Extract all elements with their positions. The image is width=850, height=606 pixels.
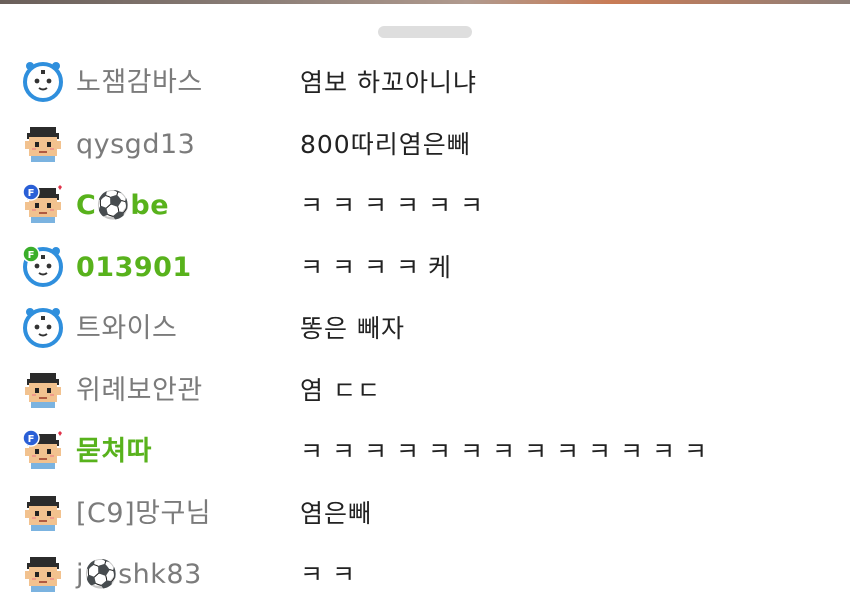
pixel-boy-icon: F xyxy=(22,429,62,469)
sheet-drag-handle[interactable] xyxy=(378,26,472,38)
chat-username[interactable]: 묻쳐따 xyxy=(76,435,152,469)
chat-message-text: ㅋㅋㅋㅋㅋㅋㅋㅋㅋㅋㅋㅋㅋ xyxy=(300,437,717,466)
panda-clock-icon[interactable] xyxy=(22,306,64,348)
pixel-boy-icon[interactable] xyxy=(22,122,64,164)
pixel-boy-icon[interactable] xyxy=(22,552,64,594)
chat-username[interactable]: 위례보안관 xyxy=(76,374,203,408)
svg-text:F: F xyxy=(28,434,35,445)
chat-message-row[interactable]: F 013901 ㅋㅋㅋㅋ케 xyxy=(0,237,850,299)
chat-message-row[interactable]: 위례보안관 염 ㄷㄷ xyxy=(0,360,850,422)
pixel-boy-icon[interactable]: F xyxy=(22,429,64,471)
pixel-boy-icon xyxy=(25,372,61,408)
chat-message-list[interactable]: 노잼감바스 염보 하꼬아니냐 qysgd13 800따리염은빼 F C⚽be ㅋ… xyxy=(0,52,850,606)
chat-message-text: 800따리염은빼 xyxy=(300,129,471,159)
chat-message-row[interactable]: 노잼감바스 염보 하꼬아니냐 xyxy=(0,52,850,114)
pixel-boy-icon[interactable] xyxy=(22,491,64,533)
panda-clock-icon xyxy=(23,62,63,102)
chat-username[interactable]: j⚽shk83 xyxy=(76,558,202,592)
chat-message-row[interactable]: F 묻쳐따 ㅋㅋㅋㅋㅋㅋㅋㅋㅋㅋㅋㅋㅋ xyxy=(0,421,850,483)
panda-clock-icon[interactable]: F xyxy=(22,244,64,287)
chat-username[interactable]: qysgd13 xyxy=(76,128,195,162)
chat-username[interactable]: 트와이스 xyxy=(76,312,177,346)
chat-message-row[interactable]: qysgd13 800따리염은빼 xyxy=(0,114,850,176)
panda-clock-icon: F xyxy=(22,244,63,287)
chat-message-text: ㅋㅋ xyxy=(300,560,365,589)
panda-clock-icon xyxy=(23,308,63,348)
chat-username[interactable]: 013901 xyxy=(76,251,192,285)
chat-username[interactable]: C⚽be xyxy=(76,189,169,223)
chat-username[interactable]: [C9]망구님 xyxy=(76,497,211,531)
svg-text:F: F xyxy=(28,250,35,261)
pixel-boy-icon xyxy=(25,495,61,531)
chat-message-text: ㅋㅋㅋㅋㅋㅋ xyxy=(300,191,493,220)
panda-clock-icon[interactable] xyxy=(22,60,64,102)
pixel-boy-icon[interactable]: F xyxy=(22,183,64,225)
pixel-boy-icon[interactable] xyxy=(22,368,64,410)
chat-username[interactable]: 노잼감바스 xyxy=(76,66,203,100)
pixel-boy-icon: F xyxy=(22,183,62,223)
pixel-boy-icon xyxy=(25,557,61,592)
svg-text:F: F xyxy=(28,188,35,199)
chat-message-text: 염보 하꼬아니냐 xyxy=(300,68,477,97)
chat-message-row[interactable]: 트와이스 똥은 빼자 xyxy=(0,298,850,360)
chat-message-row[interactable]: [C9]망구님 염은빼 xyxy=(0,483,850,545)
fan-badge-green-icon: F xyxy=(22,244,40,263)
chat-message-row[interactable]: F C⚽be ㅋㅋㅋㅋㅋㅋ xyxy=(0,175,850,237)
pixel-boy-icon xyxy=(25,126,61,162)
chat-bottom-sheet: 노잼감바스 염보 하꼬아니냐 qysgd13 800따리염은빼 F C⚽be ㅋ… xyxy=(0,4,850,605)
chat-message-text: 똥은 빼자 xyxy=(300,314,405,343)
chat-message-row[interactable]: j⚽shk83 ㅋㅋ xyxy=(0,544,850,606)
chat-message-text: 염은빼 xyxy=(300,498,373,528)
chat-message-text: 염 ㄷㄷ xyxy=(300,375,381,405)
chat-message-text: ㅋㅋㅋㅋ케 xyxy=(300,252,461,282)
